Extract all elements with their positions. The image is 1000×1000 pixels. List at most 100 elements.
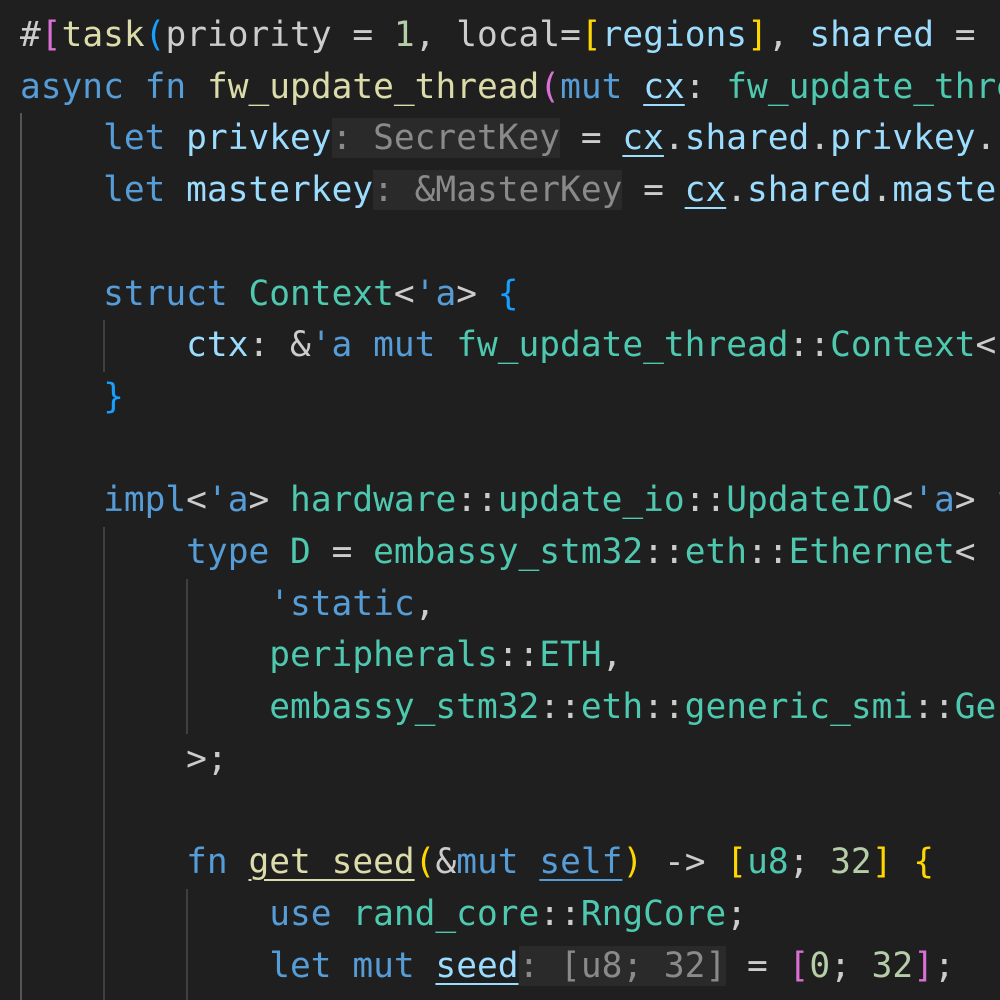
code-token: ( bbox=[144, 15, 166, 55]
code-token: ( bbox=[539, 66, 561, 107]
code-token: :: bbox=[684, 480, 727, 521]
code-token: cx bbox=[622, 118, 664, 159]
code-line[interactable]: ctx: &'a mut fw_update_thread::Context< bbox=[186, 320, 996, 372]
code-line[interactable]: use rand_core::RngCore; bbox=[269, 889, 747, 941]
code-token: 'a bbox=[414, 273, 457, 314]
code-line[interactable]: #[task(priority = 1, local=[regions], sh… bbox=[20, 10, 996, 62]
code-token: { bbox=[913, 842, 935, 883]
code-token: masterkey bbox=[186, 170, 374, 211]
code-token: ] bbox=[747, 15, 768, 55]
code-token: let bbox=[103, 170, 166, 211]
code-token: 'a bbox=[913, 480, 955, 521]
code-token: mut bbox=[373, 325, 436, 366]
code-token: let bbox=[103, 118, 166, 159]
code-token: < bbox=[975, 325, 997, 366]
code-line[interactable]: 'static, bbox=[269, 579, 435, 631]
code-token: :: bbox=[913, 687, 955, 728]
code-token: 0 bbox=[809, 945, 831, 986]
code-token: ( bbox=[414, 842, 436, 883]
code-token: { bbox=[497, 273, 519, 314]
code-token: : bbox=[684, 66, 727, 107]
code-token: cx bbox=[684, 170, 727, 211]
code-token: seed bbox=[435, 945, 519, 986]
code-line[interactable]: fn get_seed(&mut self) -> [u8; 32] { bbox=[186, 837, 934, 889]
code-token: 'a bbox=[310, 325, 353, 366]
code-token: > bbox=[248, 480, 291, 521]
code-token: :: bbox=[539, 687, 581, 728]
code-token: < bbox=[954, 532, 976, 572]
code-token: :: bbox=[456, 480, 498, 521]
code-token: [ bbox=[40, 15, 62, 55]
code-line[interactable]: impl<'a> hardware::update_io::UpdateIO<'… bbox=[103, 475, 1000, 527]
code-token: = bbox=[934, 15, 997, 55]
code-token: task bbox=[61, 15, 145, 55]
code-token: embassy_stm32 bbox=[373, 532, 644, 572]
code-token: shared bbox=[809, 15, 935, 55]
code-line[interactable]: >; bbox=[186, 734, 228, 786]
code-token: , local= bbox=[414, 15, 581, 55]
code-token: . bbox=[871, 170, 893, 211]
code-token: ) bbox=[622, 842, 644, 883]
code-token: 32 bbox=[830, 842, 872, 883]
code-token: Context bbox=[830, 325, 976, 366]
code-line[interactable]: type D = embassy_stm32::eth::Ethernet< bbox=[186, 527, 975, 579]
code-token: priority = bbox=[165, 15, 394, 55]
code-token: ; bbox=[788, 842, 831, 883]
code-line[interactable]: async fn fw_update_thread(mut cx: fw_upd… bbox=[20, 62, 1000, 114]
code-token: 1 bbox=[393, 15, 415, 55]
code-token: < bbox=[892, 480, 914, 521]
code-line[interactable]: } bbox=[103, 372, 124, 424]
code-line[interactable]: struct Context<'a> { bbox=[103, 269, 518, 321]
code-token: struct bbox=[103, 273, 228, 314]
code-token: & bbox=[435, 842, 457, 883]
code-token: use bbox=[269, 893, 332, 934]
code-token: > bbox=[456, 273, 477, 314]
code-token: ETH bbox=[539, 635, 602, 676]
code-token: = bbox=[726, 945, 789, 986]
code-token: , bbox=[767, 15, 810, 55]
code-token: < bbox=[393, 273, 415, 314]
code-token: . bbox=[726, 170, 747, 211]
code-token: ctx bbox=[186, 325, 249, 366]
code-token: self bbox=[539, 842, 623, 883]
code-token: = bbox=[560, 118, 623, 159]
code-token: :: bbox=[788, 325, 831, 366]
code-token: cx bbox=[643, 66, 685, 107]
code-token: u8 bbox=[747, 842, 789, 883]
code-token: mut bbox=[560, 66, 623, 107]
code-editor[interactable]: #[task(priority = 1, local=[regions], sh… bbox=[0, 0, 1000, 1000]
code-token: 'static bbox=[269, 583, 415, 624]
code-token: = bbox=[310, 532, 374, 572]
code-token: f bbox=[996, 480, 1000, 520]
code-token: :: bbox=[497, 635, 540, 676]
indent-guide bbox=[186, 889, 188, 1000]
code-token: regions bbox=[601, 15, 748, 55]
indent-guide bbox=[186, 579, 188, 734]
code-token: :: bbox=[539, 893, 581, 934]
code-token: shared bbox=[747, 170, 872, 211]
code-line[interactable]: peripherals::ETH, bbox=[269, 630, 622, 682]
code-token: Ge bbox=[954, 687, 997, 728]
code-token: :: bbox=[747, 532, 789, 572]
indent-guide bbox=[103, 320, 105, 372]
code-token: ; bbox=[726, 893, 747, 934]
code-token: master bbox=[892, 170, 1000, 211]
code-line[interactable]: embassy_stm32::eth::generic_smi::Ge bbox=[269, 682, 996, 734]
code-token: rand_core bbox=[352, 893, 540, 934]
code-token: get_seed bbox=[248, 842, 415, 883]
indent-guide bbox=[103, 527, 105, 1000]
code-line[interactable]: let mut seed: [u8; 32] = [0; 32]; bbox=[269, 941, 955, 993]
code-token: fw_update_thread bbox=[456, 325, 789, 366]
code-token: 'a bbox=[206, 480, 249, 521]
code-line[interactable]: let masterkey: &MasterKey = cx.shared.ma… bbox=[103, 165, 1000, 217]
code-token: hardware bbox=[290, 480, 457, 521]
code-token: privkey bbox=[830, 118, 976, 159]
code-token: eth bbox=[684, 532, 748, 572]
code-line[interactable]: let privkey: SecretKey = cx.shared.privk… bbox=[103, 113, 996, 165]
code-token: . bbox=[975, 118, 997, 159]
